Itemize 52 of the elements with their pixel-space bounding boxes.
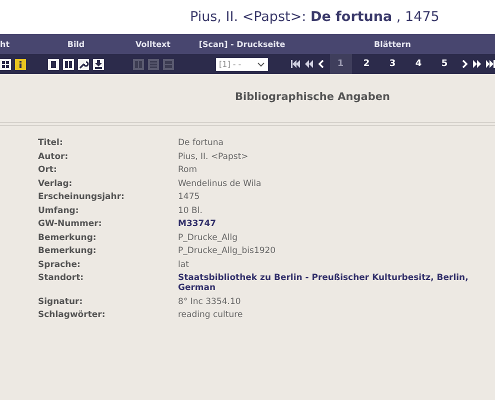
field-label: Erscheinungsjahr: xyxy=(38,192,126,202)
last-page-icon[interactable] xyxy=(486,60,494,68)
field-value: Wendelinus de Wila xyxy=(178,178,262,188)
page-number-button[interactable]: 3 xyxy=(382,54,404,74)
next-icon[interactable] xyxy=(460,60,468,68)
field-label: Bemerkung: xyxy=(38,232,98,242)
field-value: P_Drucke_Allg_bis1920 xyxy=(178,246,277,256)
page-number-button[interactable]: 5 xyxy=(434,54,456,74)
field-label: Umfang: xyxy=(38,206,80,216)
page-number-button[interactable]: 4 xyxy=(408,54,430,74)
field-label: Titel: xyxy=(38,138,64,148)
first-page-icon[interactable] xyxy=(290,60,300,68)
field-label: Bemerkung: xyxy=(38,246,98,256)
pdf-download-icon[interactable] xyxy=(93,58,104,70)
single-page-icon[interactable] xyxy=(48,58,59,70)
fast-back-icon[interactable] xyxy=(304,60,312,68)
field-label: Standort: xyxy=(38,273,85,285)
field-value: 10 Bl. xyxy=(178,206,204,216)
wrench-icon[interactable] xyxy=(78,58,89,70)
field-link[interactable]: M33747 xyxy=(178,219,495,229)
page-number-button[interactable]: 1 xyxy=(330,54,352,74)
toolbar-group-label: Volltext xyxy=(136,40,170,48)
field-label: Autor: xyxy=(38,152,70,162)
page-title: Pius, II. <Papst>: De fortuna , 1475 xyxy=(190,9,440,25)
field-value: 8° Inc 3354.10 xyxy=(178,296,242,306)
field-value: reading culture xyxy=(178,310,244,320)
field-label: Ort: xyxy=(38,165,58,175)
field-label: Verlag: xyxy=(38,178,74,188)
fast-forward-icon[interactable] xyxy=(472,60,482,68)
grid-icon[interactable] xyxy=(0,58,11,70)
field-value: Rom xyxy=(178,165,198,175)
back-icon[interactable] xyxy=(316,60,326,68)
field-label: Signatur: xyxy=(38,296,84,306)
toolbar-group-label: Bild xyxy=(67,40,85,48)
section-heading: Bibliographische Angaben xyxy=(235,90,391,105)
field-link[interactable]: Staatsbibliothek zu Berlin - Preußischer Kulturbesitz, Berlin, German xyxy=(178,273,495,293)
field-value: Pius, II. <Papst> xyxy=(178,152,250,162)
info-icon[interactable] xyxy=(15,58,26,70)
field-value: P_Drucke_Allg xyxy=(178,232,239,242)
field-value: De fortuna xyxy=(178,138,224,148)
double-page-icon[interactable] xyxy=(63,58,74,70)
toolbar-group-label: [Scan] - Druckseite xyxy=(198,40,286,48)
field-value: lat xyxy=(178,260,190,270)
field-value: 1475 xyxy=(178,192,201,202)
toolbar-group-label: Blättern xyxy=(374,40,411,48)
page-number-button[interactable]: 2 xyxy=(356,54,378,74)
field-label: Schlagwörter: xyxy=(38,310,106,320)
field-label: GW-Nummer: xyxy=(38,219,103,229)
chevron-down-icon xyxy=(257,62,265,66)
toolbar-group-label: ht xyxy=(0,40,10,48)
field-label: Sprache: xyxy=(38,260,82,270)
page-select[interactable]: [1] - - xyxy=(216,58,268,70)
